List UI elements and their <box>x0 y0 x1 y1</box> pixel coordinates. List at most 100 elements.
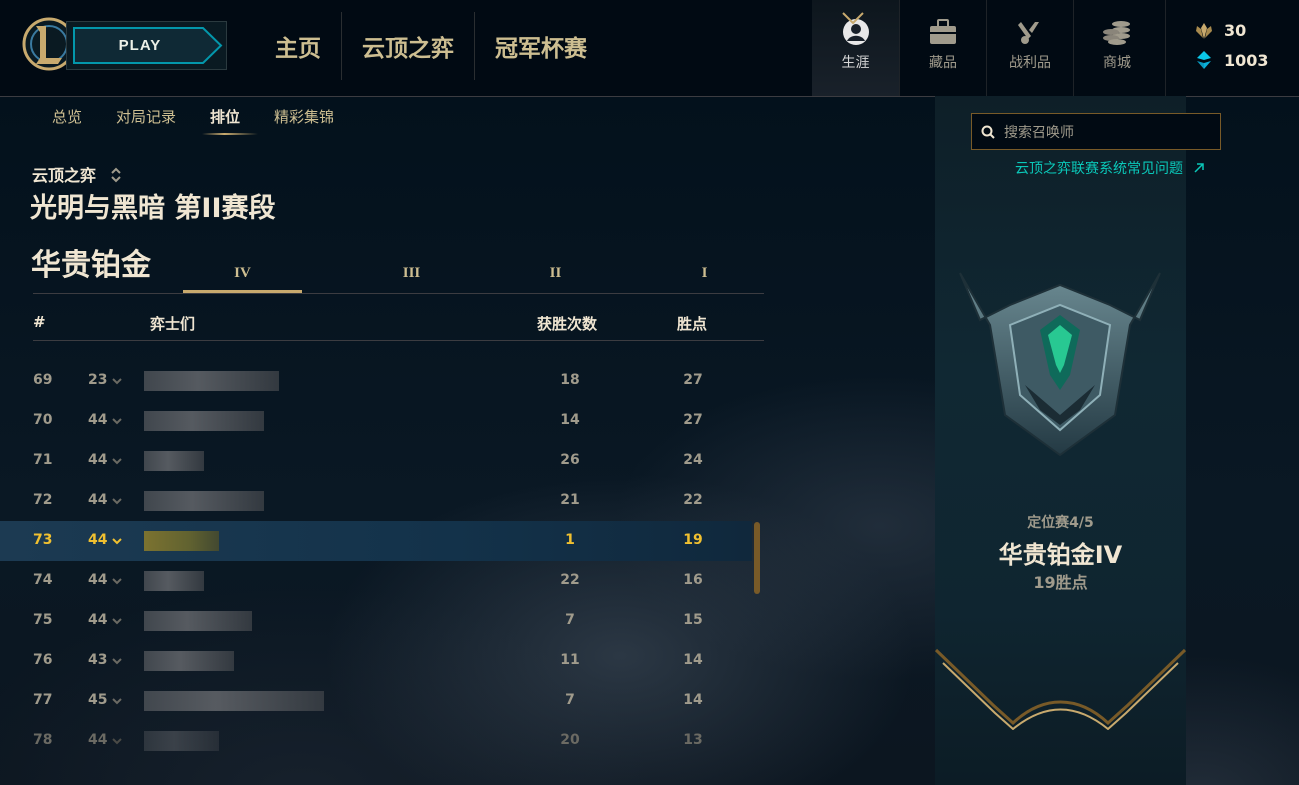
platinum-emblem-icon <box>959 272 1161 457</box>
faq-link[interactable]: 云顶之弈联赛系统常见问题 <box>1015 158 1205 178</box>
row-player-name-blurred[interactable] <box>144 651 234 671</box>
row-lp: 16 <box>683 572 703 588</box>
row-player-name-blurred[interactable] <box>144 691 324 711</box>
col-wins: 获胜次数 <box>537 315 598 333</box>
blue-essence-icon <box>1197 51 1211 69</box>
nav-store-label: 商城 <box>1103 55 1131 71</box>
ladder-scrollbar[interactable] <box>754 522 760 594</box>
nav-clash[interactable]: 冠军杯赛 <box>474 12 607 80</box>
profile-subnav: 总览 对局记录 排位 精彩集锦 <box>52 106 368 135</box>
row-wins: 14 <box>560 412 580 428</box>
current-rank: 华贵铂金IV <box>998 541 1123 569</box>
row-player-name-blurred[interactable] <box>144 411 264 431</box>
row-player-name-blurred[interactable] <box>144 371 279 391</box>
tab-division-iii[interactable]: III <box>352 256 471 290</box>
collection-icon <box>930 19 956 44</box>
queue-selector[interactable]: 云顶之弈 <box>32 162 122 186</box>
currency-panel: 30 1003 <box>1165 0 1299 96</box>
row-rank: 74 <box>33 572 53 588</box>
chevron-down-icon <box>112 458 122 465</box>
row-level: 44 <box>88 612 108 628</box>
ladder-row[interactable]: 74 44 22 16 <box>0 561 752 601</box>
ladder-row[interactable]: 76 43 11 14 <box>0 641 752 681</box>
row-level: 44 <box>88 452 108 468</box>
active-caret-icon <box>842 12 864 24</box>
row-level: 44 <box>88 732 108 748</box>
tier-name: 华贵铂金 <box>31 248 151 283</box>
subnav-ranked[interactable]: 排位 <box>202 106 259 135</box>
row-level: 43 <box>88 652 108 668</box>
tab-division-i[interactable]: I <box>645 256 764 290</box>
ladder-row[interactable]: 77 45 7 14 <box>0 681 752 721</box>
nav-home[interactable]: 主页 <box>255 12 341 80</box>
faq-link-text: 云顶之弈联赛系统常见问题 <box>1015 161 1183 177</box>
ladder-row[interactable]: 69 23 18 27 <box>0 361 752 401</box>
col-players: 弈士们 <box>150 315 196 333</box>
tab-division-ii[interactable]: II <box>496 256 615 290</box>
ladder-list[interactable]: 69 23 18 27 70 44 14 27 71 44 26 24 72 4… <box>0 341 764 771</box>
row-player-name-blurred[interactable] <box>144 451 204 471</box>
tabs-divider <box>33 293 764 294</box>
chevron-down-icon <box>112 738 122 745</box>
ladder-row-current-player[interactable]: 73 44 1 19 <box>0 521 752 561</box>
row-level: 23 <box>88 372 108 388</box>
row-rank: 70 <box>33 412 53 428</box>
orange-essence-amount: 30 <box>1224 21 1247 40</box>
row-wins: 1 <box>565 532 575 548</box>
row-rank: 78 <box>33 732 53 748</box>
row-lp: 13 <box>683 732 703 748</box>
subnav-match-history[interactable]: 对局记录 <box>116 106 176 133</box>
search-icon <box>981 125 995 139</box>
row-lp: 14 <box>683 692 703 708</box>
row-rank: 75 <box>33 612 53 628</box>
row-player-name-blurred[interactable] <box>144 571 204 591</box>
subnav-overview[interactable]: 总览 <box>52 106 82 133</box>
row-player-name-blurred[interactable] <box>144 731 219 751</box>
nav-store[interactable]: 商城 <box>1073 0 1160 96</box>
subnav-highlights[interactable]: 精彩集锦 <box>274 106 334 133</box>
row-rank: 76 <box>33 652 53 668</box>
nav-loot[interactable]: 战利品 <box>986 0 1073 96</box>
chevron-down-icon <box>112 538 122 545</box>
row-level: 44 <box>88 532 108 548</box>
top-bar: PLAY 主页 云顶之弈 冠军杯赛 生涯 藏品 战利品 商城 30 1003 <box>0 0 1299 97</box>
store-icon <box>1103 21 1130 45</box>
queue-label: 云顶之弈 <box>32 166 97 185</box>
ladder-row[interactable]: 78 44 20 13 <box>0 721 752 761</box>
sort-chevron-icon <box>110 167 121 183</box>
row-rank: 69 <box>33 372 53 388</box>
play-button[interactable]: PLAY <box>66 21 227 70</box>
orange-essence-icon <box>1196 22 1212 39</box>
row-lp: 27 <box>683 372 703 388</box>
chevron-down-icon <box>112 498 122 505</box>
row-wins: 26 <box>560 452 580 468</box>
banner-trim-decoration <box>934 648 1187 730</box>
search-input[interactable] <box>1002 114 1216 151</box>
summoner-search[interactable] <box>971 113 1221 151</box>
row-lp: 14 <box>683 652 703 668</box>
ladder-row[interactable]: 72 44 21 22 <box>0 481 752 521</box>
col-rank: # <box>33 313 46 331</box>
row-player-name-blurred[interactable] <box>144 611 252 631</box>
row-rank: 77 <box>33 692 53 708</box>
chevron-down-icon <box>112 618 122 625</box>
ladder-row[interactable]: 75 44 7 15 <box>0 601 752 641</box>
ladder-row[interactable]: 71 44 26 24 <box>0 441 752 481</box>
placement-progress: 定位赛4/5 <box>1027 515 1094 531</box>
nav-collection-label: 藏品 <box>929 55 957 71</box>
tab-division-iv[interactable]: IV <box>183 256 302 294</box>
row-wins: 22 <box>560 572 580 588</box>
nav-loot-label: 战利品 <box>1009 55 1051 71</box>
row-wins: 7 <box>565 612 575 628</box>
nav-profile[interactable]: 生涯 <box>812 0 899 96</box>
row-player-name-blurred[interactable] <box>144 531 219 551</box>
orange-essence-row: 30 <box>1194 21 1246 40</box>
nav-tft[interactable]: 云顶之弈 <box>341 12 474 80</box>
row-player-name-blurred[interactable] <box>144 491 264 511</box>
season-title: 光明与黑暗 第II赛段 <box>30 193 276 224</box>
row-level: 44 <box>88 492 108 508</box>
chevron-down-icon <box>112 658 122 665</box>
ladder-row[interactable]: 70 44 14 27 <box>0 401 752 441</box>
nav-collection[interactable]: 藏品 <box>899 0 986 96</box>
icon-nav: 生涯 藏品 战利品 商城 <box>812 0 1160 96</box>
